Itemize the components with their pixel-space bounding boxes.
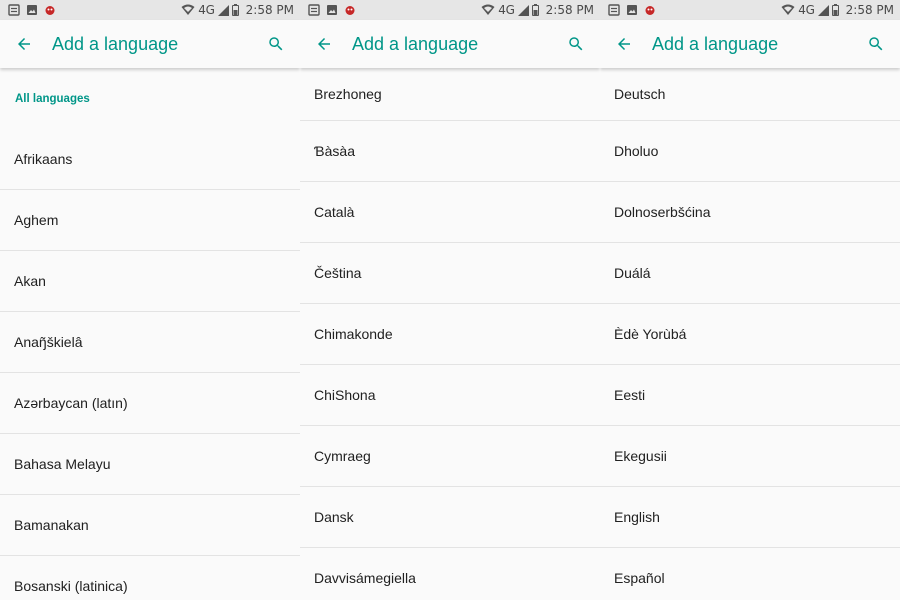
clock: 2:58 PM (245, 3, 294, 17)
app-bar: Add a language (600, 20, 900, 68)
language-item[interactable]: Bahasa Melayu (0, 434, 300, 495)
notification-icon (8, 4, 20, 16)
search-icon (569, 37, 583, 51)
wifi-icon (481, 4, 495, 16)
signal-icon (517, 4, 529, 16)
language-item[interactable]: Azərbaycan (latın) (0, 373, 300, 434)
language-list: Brezhoneg Ɓàsàa Català Čeština Chimakond… (300, 68, 600, 600)
language-item[interactable]: ChiShona (300, 365, 600, 426)
language-item[interactable]: Deutsch (600, 68, 900, 121)
language-item[interactable]: Èdè Yorùbá (600, 304, 900, 365)
page-title: Add a language (352, 33, 479, 54)
notification-icon (608, 4, 620, 16)
network-type: 4G (798, 3, 815, 17)
page-title: Add a language (52, 33, 179, 54)
battery-icon (831, 4, 839, 16)
language-item[interactable]: Afrikaans (0, 129, 300, 190)
page-title: Add a language (652, 33, 779, 54)
language-list: Deutsch Dholuo Dolnoserbšćina Duálá Èdè … (600, 68, 900, 600)
clock: 2:58 PM (845, 3, 894, 17)
search-icon (869, 37, 883, 51)
battery-icon (531, 4, 539, 16)
language-item[interactable]: Aghem (0, 190, 300, 251)
language-item[interactable]: Čeština (300, 243, 600, 304)
language-item[interactable]: Ekegusii (600, 426, 900, 487)
language-item[interactable]: Bosanski (latinica) (0, 556, 300, 600)
language-item[interactable]: Ɓàsàa (300, 121, 600, 182)
status-bar: 4G 2:58 PM (600, 0, 900, 20)
battery-icon (231, 4, 239, 16)
language-item[interactable]: Dholuo (600, 121, 900, 182)
section-header: All languages (15, 92, 90, 105)
image-icon (626, 4, 638, 16)
status-bar: 4G 2:58 PM (300, 0, 600, 20)
search-button[interactable] (552, 20, 600, 68)
arrow-left-icon (318, 38, 330, 50)
language-item[interactable]: Dolnoserbšćina (600, 182, 900, 243)
wifi-icon (181, 4, 195, 16)
language-item[interactable]: Cymraeg (300, 426, 600, 487)
screen-panel-2: 4G 2:58 PM Add a language Brezhoneg Ɓàsà… (300, 0, 600, 600)
language-item[interactable]: Chimakonde (300, 304, 600, 365)
network-type: 4G (498, 3, 515, 17)
language-item[interactable]: Español (600, 548, 900, 600)
screen-panel-3: 4G 2:58 PM Add a language Deutsch Dholuo (600, 0, 900, 600)
status-bar: 4G 2:58 PM (0, 0, 300, 20)
clock: 2:58 PM (545, 3, 594, 17)
language-item[interactable]: Bamanakan (0, 495, 300, 556)
search-button[interactable] (852, 20, 900, 68)
language-item[interactable]: English (600, 487, 900, 548)
app-bar: Add a language (300, 20, 600, 68)
signal-icon (217, 4, 229, 16)
back-button[interactable] (600, 20, 648, 68)
back-button[interactable] (0, 20, 48, 68)
language-list: All languages Afrikaans Aghem Akan Anaŋ̃… (0, 68, 300, 600)
language-item[interactable]: Davvisámegiella (300, 548, 600, 600)
notification-icon (308, 4, 320, 16)
screen-panel-1: 4G 2:58 PM Add a language All languages … (0, 0, 300, 600)
arrow-left-icon (18, 38, 30, 50)
image-icon (326, 4, 338, 16)
bug-icon (344, 4, 356, 16)
signal-icon (817, 4, 829, 16)
app-bar: Add a language (0, 20, 300, 68)
screenshot-strip: 4G 2:58 PM Add a language All languages … (0, 0, 900, 600)
arrow-left-icon (618, 38, 630, 50)
wifi-icon (781, 4, 795, 16)
bug-icon (44, 4, 56, 16)
network-type: 4G (198, 3, 215, 17)
language-item[interactable]: Duálá (600, 243, 900, 304)
back-button[interactable] (300, 20, 348, 68)
language-item[interactable]: Dansk (300, 487, 600, 548)
image-icon (26, 4, 38, 16)
language-item[interactable]: Eesti (600, 365, 900, 426)
bug-icon (644, 4, 656, 16)
search-icon (269, 37, 283, 51)
language-item[interactable]: Brezhoneg (300, 68, 600, 121)
search-button[interactable] (252, 20, 300, 68)
language-item[interactable]: Català (300, 182, 600, 243)
language-item[interactable]: Anaŋ̃škielâ (0, 312, 300, 373)
language-item[interactable]: Akan (0, 251, 300, 312)
